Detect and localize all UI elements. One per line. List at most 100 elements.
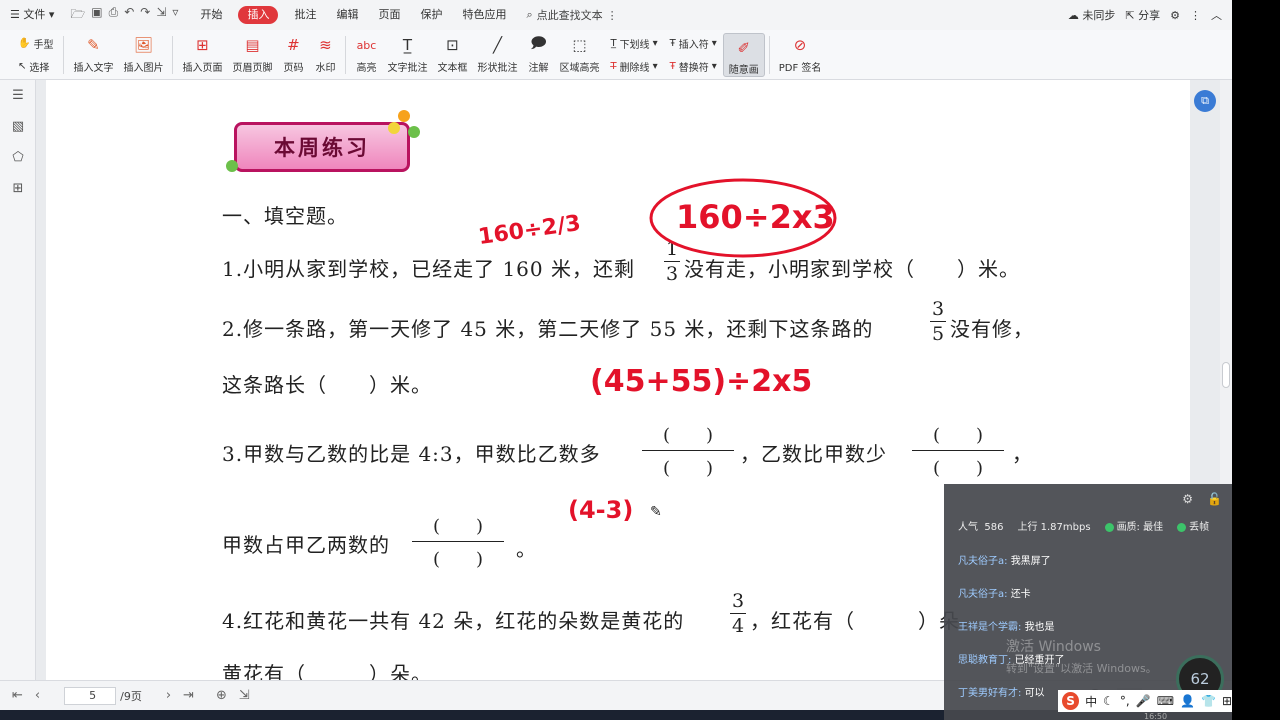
insert-symbol-tool[interactable]: Ŧ 插入符 ▾: [670, 36, 717, 51]
replace-symbol-icon: Ŧ: [669, 61, 676, 72]
bookmark-icon[interactable]: ⬠: [0, 142, 36, 173]
text-comment-button[interactable]: T̲ 文字批注: [382, 30, 432, 80]
tab-home[interactable]: 开始: [190, 0, 232, 30]
insert-image-button[interactable]: 🖼 插入图片: [118, 30, 168, 80]
question-3: 3.甲数与乙数的比是 4:3，甲数比乙数多: [222, 442, 601, 466]
hand-icon: ✋: [18, 38, 31, 49]
ink-note-3[interactable]: (45+55)÷2x5: [590, 364, 812, 399]
keyboard-icon[interactable]: ⌨: [1157, 694, 1174, 708]
add-page-icon[interactable]: ⊕: [210, 688, 233, 703]
open-icon[interactable]: 🗁: [70, 5, 85, 26]
outline-icon[interactable]: ☰: [0, 80, 36, 111]
quality-status-dot: [1104, 522, 1114, 532]
scroll-thumb[interactable]: [1222, 362, 1230, 388]
tab-page[interactable]: 页面: [368, 0, 410, 30]
question-3-end: ，: [1012, 442, 1033, 466]
user-icon[interactable]: 👤: [1180, 694, 1195, 708]
underline-tool[interactable]: T̲ 下划线 ▾: [610, 36, 657, 51]
collapse-icon[interactable]: ︿: [1211, 7, 1222, 23]
float-tool-icon[interactable]: ⧉: [1194, 90, 1216, 112]
annotation-button[interactable]: 🗩 注解: [522, 30, 554, 80]
ink-note-2[interactable]: 160÷2x3: [676, 198, 835, 236]
grid-icon[interactable]: ⊞: [1222, 694, 1232, 708]
ime-language[interactable]: 中: [1085, 693, 1097, 710]
ink-note-1[interactable]: 160÷2/3: [477, 211, 582, 250]
export-page-icon[interactable]: ⇲: [233, 688, 256, 703]
find-text[interactable]: ⌕ 点此查找文本 ⋮: [526, 7, 617, 23]
ink-note-4[interactable]: (4-3): [568, 496, 633, 524]
settings-icon[interactable]: ⚙: [1182, 492, 1193, 506]
tab-features[interactable]: 特色应用: [452, 0, 516, 30]
popularity-count: 586: [984, 522, 1004, 533]
menu-bar: ☰ 文件 ▾ 🗁 ▣ ⎙ ↶ ↷ ⇲ ▿ 开始 插入 批注 编辑 页面 保护 特…: [0, 0, 1232, 30]
share-icon: ⇱: [1125, 9, 1135, 22]
undo-icon[interactable]: ↶: [124, 5, 134, 26]
chat-message: 凡夫俗子a: 我黑屏了: [958, 556, 1051, 567]
tab-edit[interactable]: 编辑: [326, 0, 368, 30]
sogou-icon[interactable]: S: [1062, 692, 1080, 710]
save-icon[interactable]: ▣: [91, 5, 102, 26]
cloud-icon: ☁: [1067, 9, 1079, 22]
search-icon: ⌕: [526, 8, 533, 21]
pen-icon: ✐: [737, 39, 751, 57]
tab-insert[interactable]: 插入: [238, 6, 279, 24]
page-number-input[interactable]: 5: [64, 686, 117, 705]
strikethrough-tool[interactable]: T̶ 删除线 ▾: [610, 59, 657, 74]
stream-stats: 人气 586 上行 1.87mbps 画质: 最佳 丢帧: [958, 522, 1210, 533]
settings-icon[interactable]: ⚙: [1170, 9, 1180, 22]
question-2: 2.修一条路，第一天修了 45 米，第二天修了 55 米，还剩下这条路的: [222, 317, 874, 341]
export-icon[interactable]: ⇲: [156, 5, 166, 26]
watermark-icon: ≋: [319, 36, 332, 54]
page-number-button[interactable]: # 页码: [277, 30, 309, 80]
prev-page-icon[interactable]: ‹: [29, 688, 46, 703]
quick-access: 🗁 ▣ ⎙ ↶ ↷ ⇲ ▿: [70, 5, 178, 26]
select-tool[interactable]: ↖ 选择: [18, 59, 53, 74]
more-icon[interactable]: ▿: [172, 5, 178, 26]
divider: [63, 36, 65, 74]
shirt-icon[interactable]: 👕: [1201, 694, 1216, 708]
underline-icon: T̲: [610, 38, 617, 49]
question-2-line2: 这条路长（ ）米。: [222, 373, 432, 397]
textbox-button[interactable]: ⊡ 文本框: [432, 30, 472, 80]
note-icon: 🗩: [530, 33, 547, 52]
cursor-icon: ↖: [18, 61, 27, 72]
last-page-icon[interactable]: ⇥: [177, 688, 200, 703]
freehand-button[interactable]: ✐ 随意画: [722, 33, 765, 77]
insert-page-button[interactable]: ⊞ 插入页面: [177, 30, 227, 80]
area-highlight-button[interactable]: ⬚ 区域高亮: [554, 30, 604, 80]
insert-text-icon: ✎: [87, 36, 100, 54]
hand-tool[interactable]: ✋ 手型: [18, 36, 53, 51]
divider: [345, 36, 347, 74]
first-page-icon[interactable]: ⇤: [0, 688, 29, 703]
tab-comment[interactable]: 批注: [284, 0, 326, 30]
thumbnail-icon[interactable]: ▧: [0, 111, 36, 142]
chat-message: 王祥是个学霸: 我也是: [958, 622, 1055, 633]
punctuation-icon[interactable]: °,: [1120, 694, 1130, 708]
redo-icon[interactable]: ↷: [140, 5, 150, 26]
more-menu-icon[interactable]: ⋮: [1190, 9, 1201, 22]
annotation-list-icon[interactable]: ⊞: [0, 173, 36, 204]
watermark-button[interactable]: ≋ 水印: [309, 30, 341, 80]
page-total: /9页: [120, 689, 142, 703]
header-footer-button[interactable]: ▤ 页眉页脚: [227, 30, 277, 80]
mic-icon[interactable]: 🎤: [1136, 694, 1151, 708]
sync-status[interactable]: ☁ 未同步: [1068, 7, 1116, 23]
moon-icon[interactable]: ☾: [1103, 694, 1114, 708]
next-page-icon[interactable]: ›: [160, 688, 177, 703]
strikethrough-icon: T̶: [610, 61, 617, 72]
insert-text-button[interactable]: ✎ 插入文字: [68, 30, 118, 80]
divider: [172, 36, 174, 74]
highlight-button[interactable]: abc 高亮: [350, 30, 382, 80]
print-icon[interactable]: ⎙: [109, 5, 119, 26]
clock: 16:50: [1144, 712, 1168, 720]
replace-symbol-tool[interactable]: Ŧ 替换符 ▾: [670, 59, 717, 74]
question-3-line2-end: 。: [516, 537, 537, 561]
header-footer-icon: ▤: [245, 36, 260, 54]
shape-comment-button[interactable]: ╱ 形状批注: [472, 30, 522, 80]
share-button[interactable]: ⇱ 分享: [1125, 7, 1160, 23]
flower-decoration: [398, 110, 410, 122]
tab-protect[interactable]: 保护: [410, 0, 452, 30]
file-menu[interactable]: ☰ 文件 ▾: [0, 0, 64, 30]
pdf-sign-button[interactable]: ⊘ PDF 签名: [774, 30, 827, 80]
lock-icon[interactable]: 🔓: [1207, 492, 1222, 506]
